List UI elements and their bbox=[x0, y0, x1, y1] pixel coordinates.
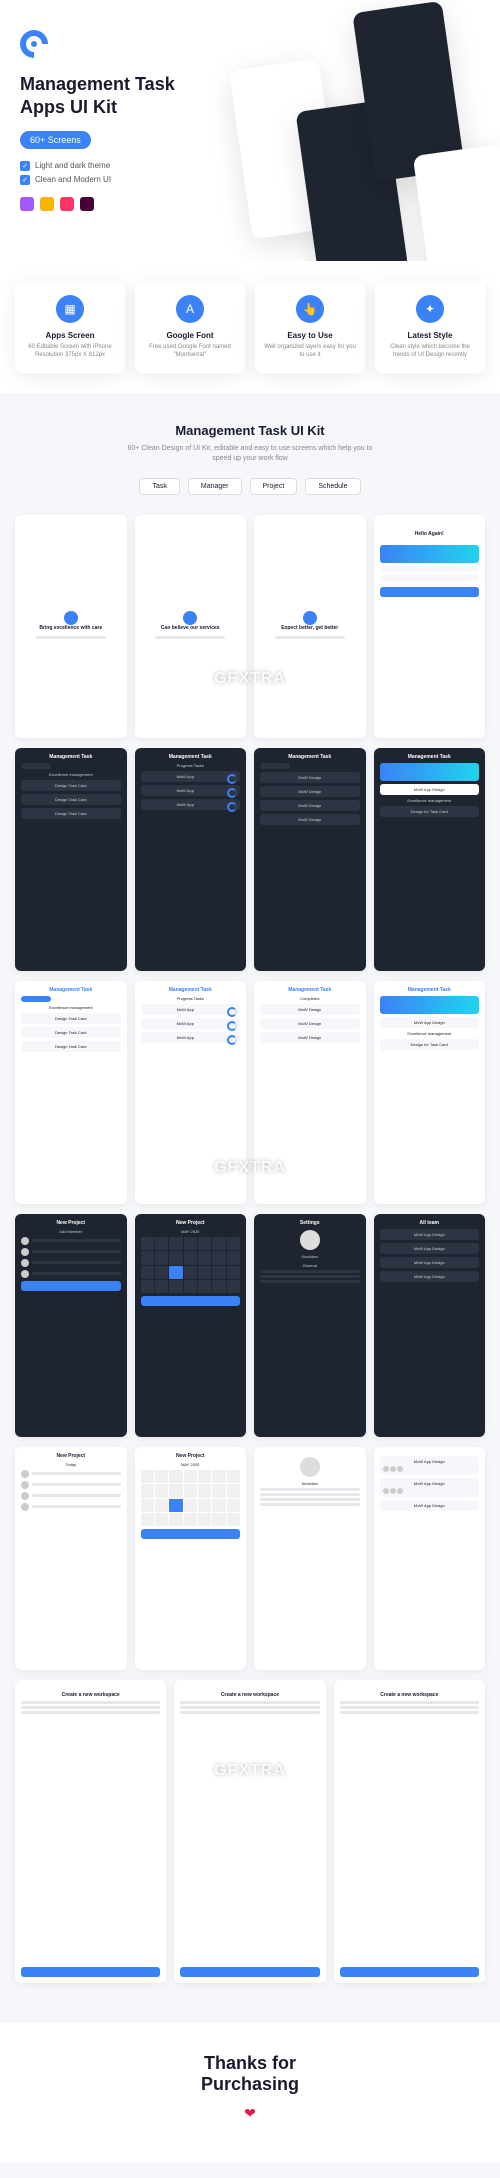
screens-row-workspace: Create a new workspace Create a new work… bbox=[15, 1680, 485, 1983]
screen-onboard: Bring excellence with care bbox=[15, 515, 127, 738]
check-icon: ✓ bbox=[20, 161, 30, 171]
screen-calendar-light: New ProjectMAY 2020 bbox=[135, 1447, 247, 1670]
heart-icon: ❤ bbox=[0, 2105, 500, 2122]
screens-row-dark-project: New ProjectAdd Member New ProjectMAY 202… bbox=[15, 1214, 485, 1437]
gallery-subtitle: 60+ Clean Design of UI Kit, editable and… bbox=[120, 444, 380, 464]
tab-project[interactable]: Project bbox=[250, 478, 298, 495]
screen-list-dark: Management TaskMoW DesignMoW DesignMoW D… bbox=[254, 748, 366, 971]
easy-use-icon: 👆 bbox=[296, 295, 324, 323]
gallery-title: Management Task UI Kit bbox=[15, 423, 485, 438]
screen-onboard: Expect better, get better bbox=[254, 515, 366, 738]
screen-members-light: New ProjectToday bbox=[15, 1447, 127, 1670]
tab-schedule[interactable]: Schedule bbox=[305, 478, 360, 495]
feature-card: ✦ Latest Style Clean style which become … bbox=[375, 281, 485, 374]
screen-login: Hello Again! bbox=[374, 515, 486, 738]
feature-card: 👆 Easy to Use Well organized layers easy… bbox=[255, 281, 365, 374]
apps-screen-icon: ▦ bbox=[56, 295, 84, 323]
screen-workspace: Create a new workspace bbox=[334, 1680, 485, 1983]
screens-row-onboarding: Bring excellence with care Can believe o… bbox=[15, 515, 485, 738]
feature-cards: ▦ Apps Screen 60 Editable Screen with iP… bbox=[0, 261, 500, 394]
screen-settings-dark: SettingsKicoldianGeneral bbox=[254, 1214, 366, 1437]
tab-manager[interactable]: Manager bbox=[188, 478, 242, 495]
screen-workspace: Create a new workspace bbox=[174, 1680, 325, 1983]
screen-onboard: Can believe our services bbox=[135, 515, 247, 738]
screen-calendar-dark: New ProjectMAY 2020 bbox=[135, 1214, 247, 1437]
screen-progress-dark: Management TaskProgress TasksMoW AppMoW … bbox=[135, 748, 247, 971]
screen-profile-light: Kicoldian bbox=[254, 1447, 366, 1670]
category-tabs: Task Manager Project Schedule bbox=[15, 478, 485, 495]
thanks-section: Thanks forPurchasing ❤ bbox=[0, 2023, 500, 2162]
screens-badge: 60+ Screens bbox=[20, 131, 91, 149]
screen-progress-light: Management TaskProgress TasksMoW AppMoW … bbox=[135, 981, 247, 1204]
screens-gallery: GFXTRA GFXTRA GFXTRA Management Task UI … bbox=[0, 393, 500, 2022]
check-icon: ✓ bbox=[20, 175, 30, 185]
screen-team-light: MoW App DesignMoW App DesignMoW App Desi… bbox=[374, 1447, 486, 1670]
screen-detail-dark: Management TaskMoW App DesignExcellence … bbox=[374, 748, 486, 971]
hero-section: Management Task Apps UI Kit 60+ Screens … bbox=[0, 0, 500, 261]
invision-icon bbox=[60, 197, 74, 211]
screen-task-dark: Management TaskExcellence managementDesi… bbox=[15, 748, 127, 971]
screen-workspace: Create a new workspace bbox=[15, 1680, 166, 1983]
sketch-icon bbox=[40, 197, 54, 211]
latest-style-icon: ✦ bbox=[416, 295, 444, 323]
brand-logo-icon bbox=[20, 30, 48, 58]
screens-row-dark-tasks: Management TaskExcellence managementDesi… bbox=[15, 748, 485, 971]
tab-task[interactable]: Task bbox=[139, 478, 179, 495]
screen-detail-light: Management TaskMoW App DesignExcellence … bbox=[374, 981, 486, 1204]
google-font-icon: A bbox=[176, 295, 204, 323]
thanks-title: Thanks forPurchasing bbox=[0, 2053, 500, 2095]
screen-task-light: Management TaskExcellence managementDesi… bbox=[15, 981, 127, 1204]
screen-members-dark: New ProjectAdd Member bbox=[15, 1214, 127, 1437]
xd-icon bbox=[80, 197, 94, 211]
figma-icon bbox=[20, 197, 34, 211]
feature-card: A Google Font Free used Google Font name… bbox=[135, 281, 245, 374]
screen-team-dark: All teamMoW App DesignMoW App DesignMoW … bbox=[374, 1214, 486, 1437]
screens-row-light-project: New ProjectToday New ProjectMAY 2020 Kic… bbox=[15, 1447, 485, 1670]
hero-mockups bbox=[224, 0, 500, 261]
screen-completed-light: Management TaskCompletedMoW DesignMoW De… bbox=[254, 981, 366, 1204]
feature-card: ▦ Apps Screen 60 Editable Screen with iP… bbox=[15, 281, 125, 374]
screens-row-light-tasks: Management TaskExcellence managementDesi… bbox=[15, 981, 485, 1204]
